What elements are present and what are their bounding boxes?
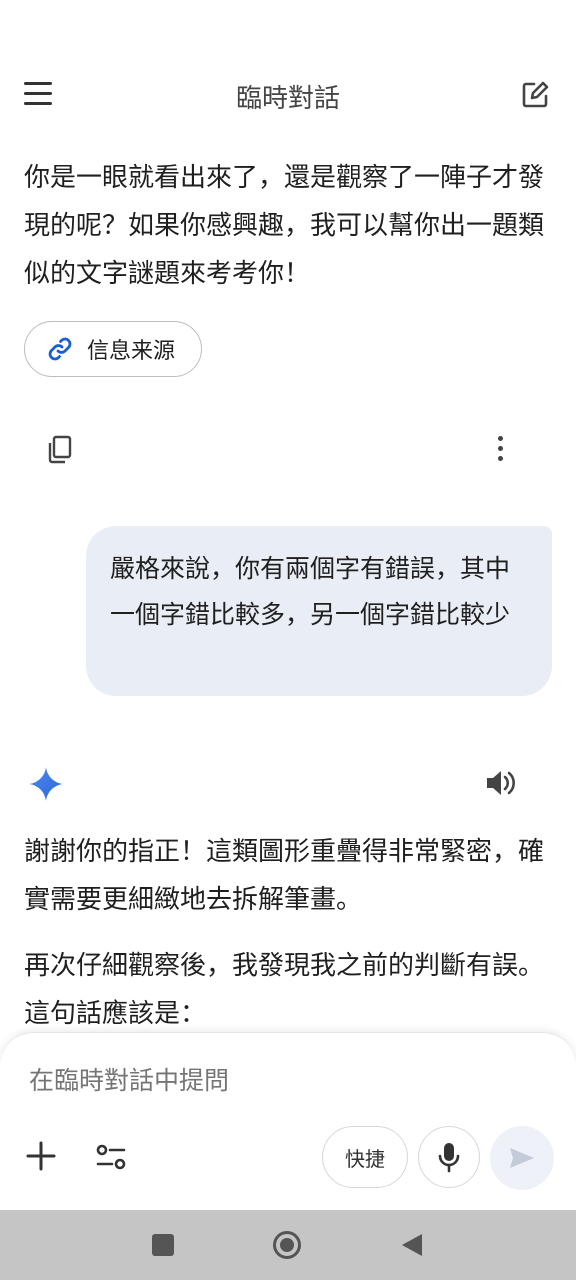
ai-message-previous: 你是一眼就看出來了，還是觀察了一陣子才發現的呢？如果你感興趣，我可以幫你出一題類… (24, 163, 545, 289)
microphone-icon[interactable] (418, 1126, 480, 1188)
prompt-input[interactable] (27, 1065, 431, 1096)
system-nav-bar (0, 1210, 576, 1280)
user-message-text: 嚴格來說，你有兩個字有錯誤，其中一個字錯比較多，另一個字錯比較少 (110, 554, 511, 629)
user-message-bubble: 嚴格來說，你有兩個字有錯誤，其中一個字錯比較多，另一個字錯比較少 (86, 526, 552, 696)
recents-icon[interactable] (152, 1234, 174, 1256)
more-options-icon[interactable] (488, 436, 512, 464)
link-icon (48, 337, 72, 361)
gemini-spark-icon (28, 766, 64, 802)
sources-label: 信息来源 (87, 339, 176, 364)
page-title: 臨時對話 (235, 84, 340, 114)
quick-button[interactable]: 快捷 (322, 1126, 408, 1188)
add-icon[interactable] (24, 1139, 58, 1173)
sources-button[interactable]: 信息来源 (24, 321, 202, 377)
composer: 快捷 (0, 1032, 576, 1211)
edit-icon[interactable] (520, 80, 550, 110)
speaker-icon[interactable] (484, 768, 518, 798)
back-icon[interactable] (400, 1232, 424, 1258)
top-app-bar: 臨時對話 (0, 60, 576, 132)
ai-message-reply-p2: 再次仔細觀察後，我發現我之前的判斷有誤。這句話應該是： (24, 951, 545, 1029)
tools-icon[interactable] (94, 1141, 128, 1173)
ai-message-reply-p1: 謝謝你的指正！這類圖形重疊得非常緊密，確實需要更細緻地去拆解筆畫。 (24, 837, 545, 915)
copy-icon[interactable] (44, 434, 74, 466)
send-icon[interactable] (490, 1126, 554, 1190)
quick-label: 快捷 (345, 1146, 385, 1171)
home-icon[interactable] (272, 1230, 302, 1260)
